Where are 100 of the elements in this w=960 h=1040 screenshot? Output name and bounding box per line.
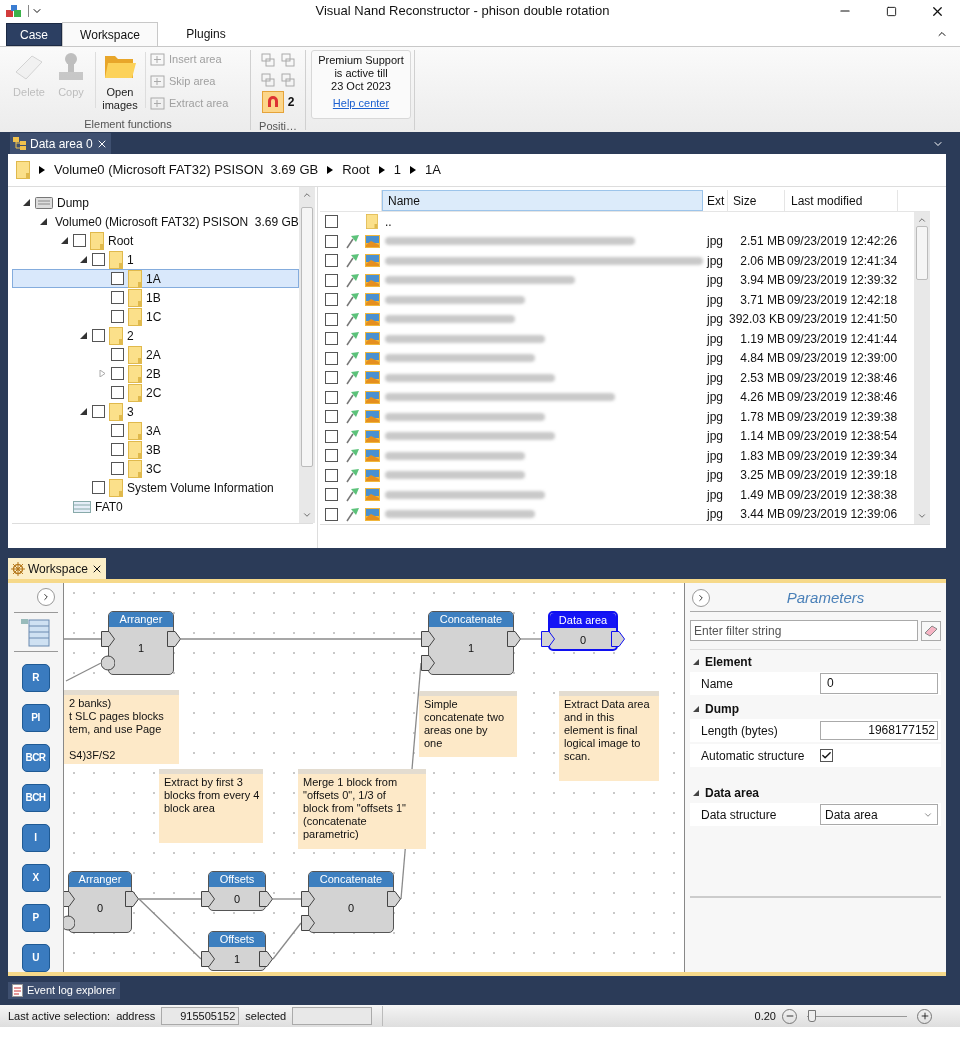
comment-note[interactable]: Simple concatenate two areas one by one: [419, 691, 517, 757]
file-row[interactable]: jpg 2.51 MB 09/23/2019 12:42:26: [320, 231, 914, 251]
tree-item[interactable]: System Volume Information: [12, 478, 299, 497]
tool-button[interactable]: BCR: [21, 744, 50, 772]
checkbox[interactable]: [324, 332, 338, 346]
checkbox[interactable]: [111, 310, 124, 323]
expanded-caret-icon[interactable]: [40, 218, 47, 225]
tree-item[interactable]: 2B: [12, 364, 299, 383]
checkbox[interactable]: [324, 429, 338, 443]
checkbox[interactable]: [111, 424, 124, 437]
ribbon-tab[interactable]: Plugins: [158, 22, 254, 46]
tool-button[interactable]: BCH: [21, 784, 50, 812]
comment-note[interactable]: Extract Data area and in this element is final logical image to scan.: [559, 691, 659, 781]
diagram-node[interactable]: Arranger 0: [68, 871, 132, 933]
breadcrumb-arrow-icon[interactable]: [409, 166, 416, 174]
diagram-node[interactable]: Offsets 1: [208, 931, 266, 971]
file-row[interactable]: jpg 1.14 MB 09/23/2019 12:38:54: [320, 426, 914, 446]
expanded-caret-icon[interactable]: [693, 790, 699, 796]
expanded-caret-icon[interactable]: [79, 256, 87, 263]
comment-note[interactable]: 2 banks) t SLC pages blocks tem, and use Page S4)3F/S2: [64, 690, 179, 764]
round-port-icon[interactable]: [101, 655, 115, 671]
file-row[interactable]: jpg 4.84 MB 09/23/2019 12:39:00: [320, 348, 914, 368]
checkbox[interactable]: [111, 386, 124, 399]
tree-item[interactable]: Root: [12, 231, 299, 250]
breadcrumb-arrow-icon[interactable]: [39, 166, 45, 174]
file-row[interactable]: jpg 1.78 MB 09/23/2019 12:39:38: [320, 407, 914, 427]
tool-button[interactable]: X: [21, 864, 50, 892]
expanded-caret-icon[interactable]: [79, 408, 87, 415]
checkbox[interactable]: [324, 273, 338, 287]
tree-item[interactable]: 2: [12, 326, 299, 345]
file-row[interactable]: jpg 2.06 MB 09/23/2019 12:41:34: [320, 251, 914, 271]
checkbox[interactable]: [92, 405, 105, 418]
checkbox[interactable]: [324, 468, 338, 482]
column-header[interactable]: Name: [382, 190, 703, 211]
help-center-link[interactable]: Help center: [332, 97, 390, 110]
port-icon[interactable]: [507, 631, 521, 647]
tool-button[interactable]: I: [21, 824, 50, 852]
checkbox[interactable]: [820, 749, 833, 762]
checkbox[interactable]: [324, 234, 338, 248]
checkbox[interactable]: [324, 215, 338, 229]
breadcrumb-item[interactable]: 1A: [424, 160, 441, 180]
tree-item[interactable]: 3A: [12, 421, 299, 440]
file-row[interactable]: jpg 4.26 MB 09/23/2019 12:38:46: [320, 387, 914, 407]
scrollbar-thumb[interactable]: [301, 207, 313, 467]
checkbox[interactable]: [324, 449, 338, 463]
scrollbar-thumb[interactable]: [916, 226, 928, 280]
tree-item[interactable]: FAT0: [12, 497, 299, 516]
checkbox[interactable]: [324, 351, 338, 365]
tree-item[interactable]: 1: [12, 250, 299, 269]
tool-button[interactable]: PI: [21, 704, 50, 732]
port-icon[interactable]: [125, 891, 139, 907]
file-row[interactable]: jpg 1.19 MB 09/23/2019 12:41:44: [320, 329, 914, 349]
tree-item[interactable]: 3B: [12, 440, 299, 459]
scrollbar[interactable]: [914, 212, 930, 524]
property-dropdown[interactable]: Data area: [820, 804, 938, 825]
diagram-node[interactable]: Data area 0: [548, 611, 618, 651]
filter-field[interactable]: Enter filter string: [690, 620, 918, 641]
case-tab[interactable]: Case: [6, 23, 62, 46]
expanded-caret-icon[interactable]: [79, 332, 87, 339]
checkbox[interactable]: [73, 234, 86, 247]
file-row[interactable]: jpg 2.53 MB 09/23/2019 12:38:46: [320, 368, 914, 388]
port-icon[interactable]: [387, 891, 401, 907]
snap-toggle[interactable]: [261, 91, 284, 113]
tree-item[interactable]: Volume0 (Microsoft FAT32) PSISON 3.69 GB: [12, 212, 299, 231]
tree-item[interactable]: Dump: [12, 193, 299, 212]
breadcrumb-item[interactable]: 1: [393, 160, 401, 180]
ribbon-button[interactable]: Open images: [99, 50, 141, 112]
expanded-caret-icon[interactable]: [22, 199, 30, 206]
clear-filter-button[interactable]: [921, 620, 941, 641]
checkbox[interactable]: [324, 371, 338, 385]
file-row[interactable]: jpg 392.03 KB 09/23/2019 12:41:50: [320, 309, 914, 329]
port-icon[interactable]: [259, 891, 273, 907]
checkbox[interactable]: [111, 462, 124, 475]
expanded-caret-icon[interactable]: [693, 659, 699, 665]
tree-item[interactable]: 1C: [12, 307, 299, 326]
expanded-caret-icon[interactable]: [693, 706, 699, 712]
checkbox[interactable]: [324, 390, 338, 404]
file-row[interactable]: jpg 1.49 MB 09/23/2019 12:38:38: [320, 485, 914, 505]
scroll-up-icon[interactable]: [917, 215, 927, 225]
checkbox[interactable]: [111, 348, 124, 361]
file-row[interactable]: jpg 3.25 MB 09/23/2019 12:39:18: [320, 465, 914, 485]
scroll-down-icon[interactable]: [917, 511, 927, 521]
column-header[interactable]: Ext: [703, 190, 728, 211]
property-field[interactable]: 0: [820, 673, 938, 694]
comment-note[interactable]: Merge 1 block from "offsets 0", 1/3 of block from "offsets 1" (concatenate parametric): [298, 769, 426, 849]
ribbon-tab[interactable]: Workspace: [62, 22, 158, 46]
scroll-up-icon[interactable]: [302, 190, 312, 200]
checkbox[interactable]: [324, 312, 338, 326]
checkbox[interactable]: [111, 367, 124, 380]
checkbox[interactable]: [111, 443, 124, 456]
file-row[interactable]: jpg 3.44 MB 09/23/2019 12:39:06: [320, 504, 914, 524]
tree-item[interactable]: 1A: [12, 269, 299, 288]
port-icon[interactable]: [259, 951, 273, 967]
diagram-node[interactable]: Offsets 0: [208, 871, 266, 911]
checkbox[interactable]: [92, 253, 105, 266]
diagram-node[interactable]: Concatenate 1: [428, 611, 514, 675]
checkbox[interactable]: [324, 507, 338, 521]
file-row[interactable]: jpg 3.94 MB 09/23/2019 12:39:32: [320, 270, 914, 290]
tree-item[interactable]: 3C: [12, 459, 299, 478]
collapse-panel-button[interactable]: [692, 589, 710, 607]
